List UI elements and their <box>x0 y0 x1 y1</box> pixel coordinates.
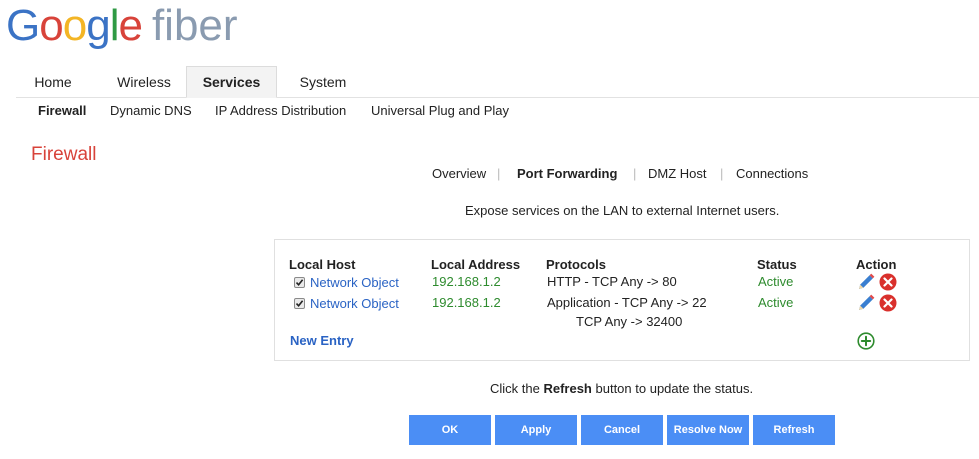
nav-separator: | <box>720 166 724 181</box>
hint-emphasis: Refresh <box>543 381 592 396</box>
fwnav-dmz-host[interactable]: DMZ Host <box>648 166 707 181</box>
header-protocols: Protocols <box>546 257 606 272</box>
refresh-hint: Click the Refresh button to update the s… <box>490 381 753 396</box>
ok-button[interactable]: OK <box>409 415 491 445</box>
local-host-link[interactable]: Network Object <box>310 296 399 311</box>
status-value: Active <box>758 295 794 310</box>
checkmark-icon <box>295 300 304 308</box>
protocol-rule: TCP Any -> 32400 <box>576 314 683 329</box>
page-title: Firewall <box>31 144 97 165</box>
hint-text: button to update the status. <box>591 381 754 396</box>
subtab-ip-address-distribution[interactable]: IP Address Distribution <box>215 103 346 118</box>
cancel-button[interactable]: Cancel <box>581 415 663 445</box>
header-local-host: Local Host <box>289 257 356 272</box>
fwnav-connections[interactable]: Connections <box>736 166 808 181</box>
protocol-rule: Application - TCP Any -> 22 <box>547 295 707 310</box>
tab-system[interactable]: System <box>288 67 358 97</box>
tab-wireless[interactable]: Wireless <box>100 67 188 97</box>
tab-services[interactable]: Services <box>186 66 277 98</box>
status-value: Active <box>758 274 794 289</box>
row-checkbox[interactable] <box>294 277 305 288</box>
google-fiber-logo: Google fiber <box>6 2 238 50</box>
apply-button[interactable]: Apply <box>495 415 577 445</box>
tab-home[interactable]: Home <box>20 67 86 97</box>
plus-circle-icon[interactable] <box>857 332 875 350</box>
logo-letter: e <box>118 1 143 50</box>
logo-letter: o <box>39 1 64 50</box>
logo-letter: g <box>86 1 111 50</box>
tab-divider <box>16 97 979 98</box>
header-local-address: Local Address <box>431 257 521 272</box>
local-address: 192.168.1.2 <box>432 295 501 310</box>
subtab-universal-plug-and-play[interactable]: Universal Plug and Play <box>371 103 509 118</box>
fwnav-port-forwarding[interactable]: Port Forwarding <box>517 166 617 181</box>
subtab-firewall[interactable]: Firewall <box>38 103 86 118</box>
logo-letter: G <box>6 1 40 50</box>
delete-x-icon[interactable] <box>879 294 897 312</box>
refresh-button[interactable]: Refresh <box>753 415 835 445</box>
nav-separator: | <box>633 166 637 181</box>
fwnav-overview[interactable]: Overview <box>432 166 486 181</box>
subtab-dynamic-dns[interactable]: Dynamic DNS <box>110 103 192 118</box>
delete-x-icon[interactable] <box>879 273 897 291</box>
protocol-rule: HTTP - TCP Any -> 80 <box>547 274 677 289</box>
header-action: Action <box>856 257 897 272</box>
header-status: Status <box>757 257 797 272</box>
new-entry-link[interactable]: New Entry <box>290 333 354 348</box>
local-host-link[interactable]: Network Object <box>310 275 399 290</box>
hint-text: Click the <box>490 381 544 396</box>
local-address: 192.168.1.2 <box>432 274 501 289</box>
nav-separator: | <box>497 166 501 181</box>
pencil-icon[interactable] <box>856 293 876 313</box>
resolve-now-button[interactable]: Resolve Now <box>667 415 749 445</box>
section-description: Expose services on the LAN to external I… <box>465 203 780 218</box>
logo-letter: o <box>62 1 88 50</box>
logo-suffix: fiber <box>151 1 238 50</box>
row-checkbox[interactable] <box>294 298 305 309</box>
pencil-icon[interactable] <box>856 272 876 292</box>
checkmark-icon <box>295 279 304 287</box>
